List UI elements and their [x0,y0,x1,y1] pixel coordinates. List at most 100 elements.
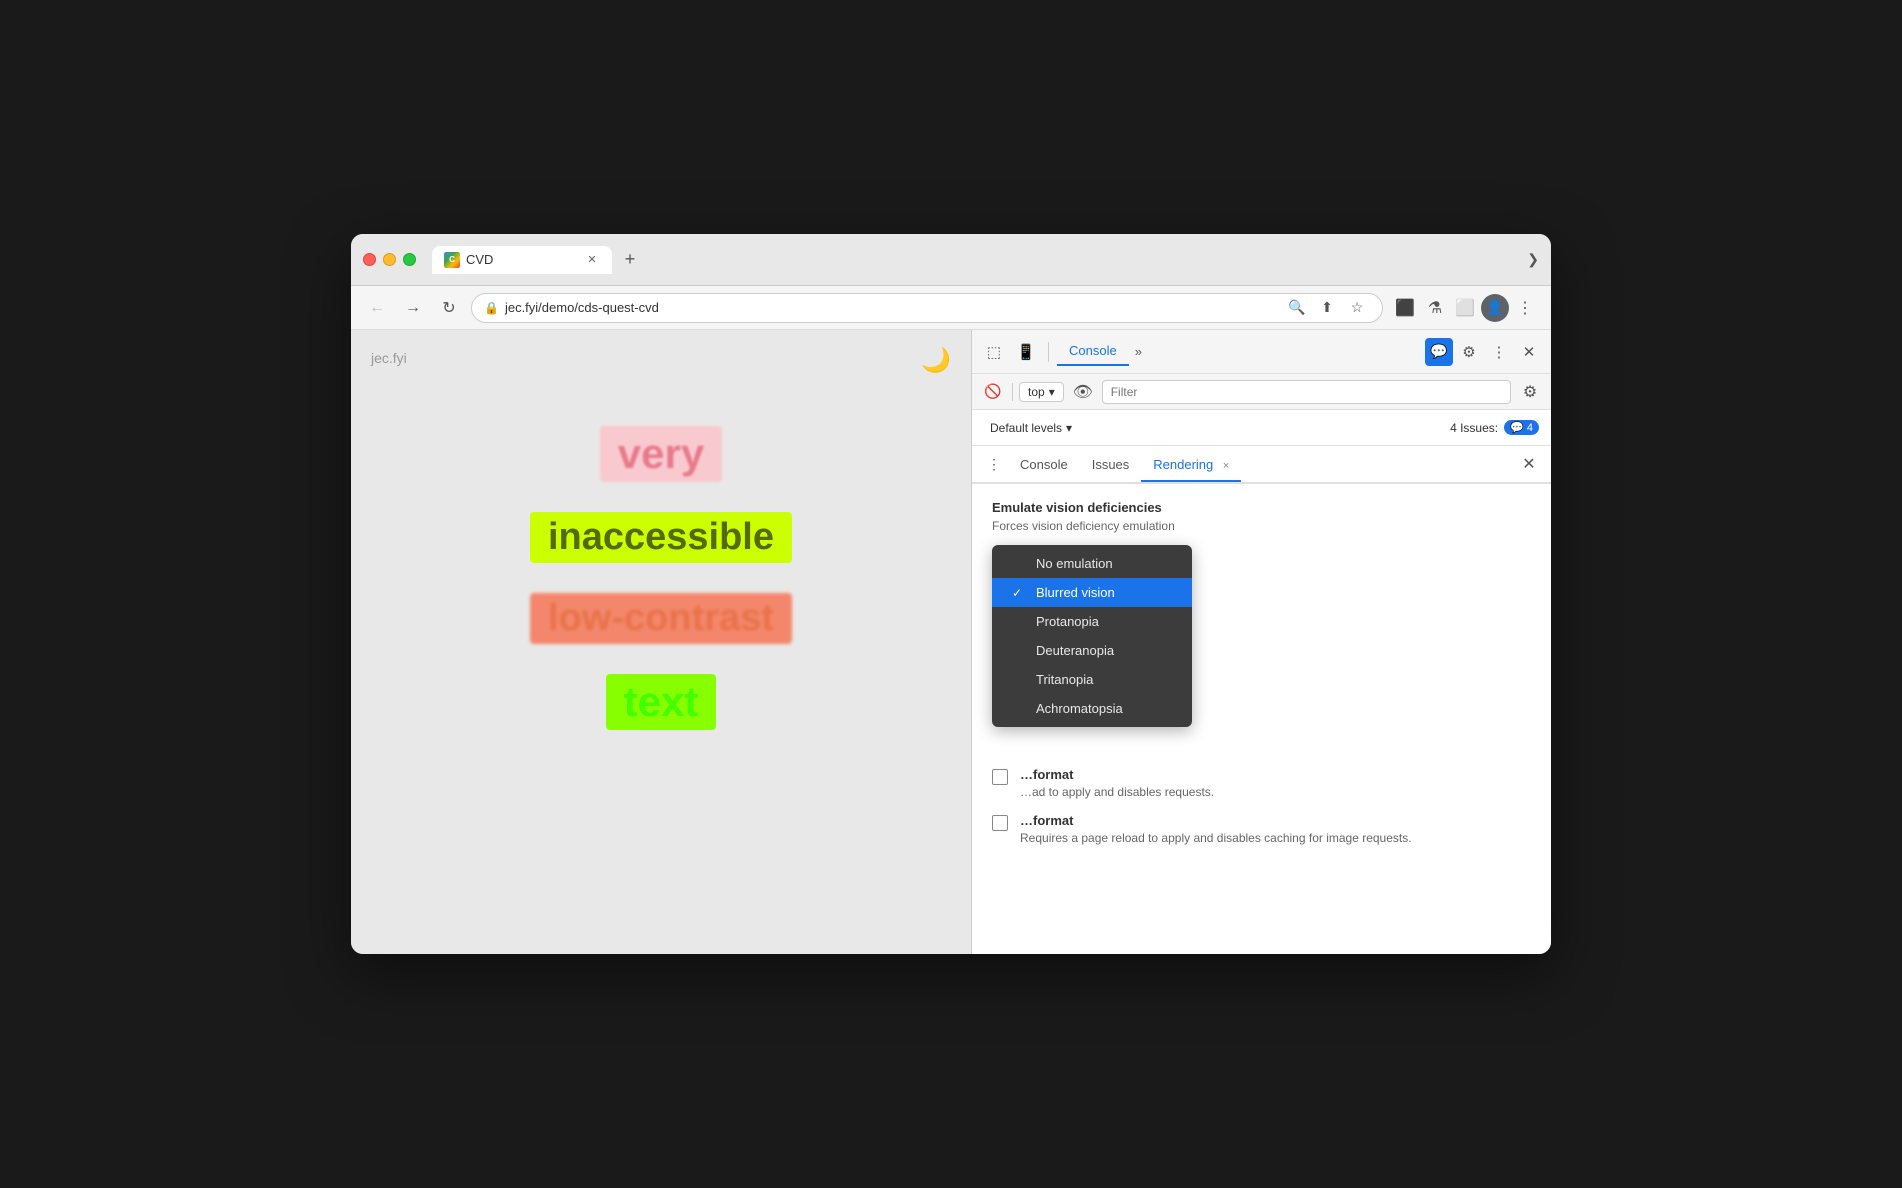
clear-console-icon[interactable]: 🚫 [980,379,1006,405]
issues-msg-icon: 💬 [1510,422,1524,434]
word-text: text [606,674,717,730]
word-very: very [600,426,722,482]
issues-toolbar: Default levels ▾ 4 Issues: 💬 4 [972,410,1551,446]
toolbar-separator [1048,342,1049,362]
more-devtools-icon[interactable]: ⋮ [1485,338,1513,366]
device-toolbar-icon[interactable]: 📱 [1012,338,1040,366]
dropdown-item-blurred[interactable]: ✓ Blurred vision [992,578,1192,607]
title-bar: C CVD ✕ + ❯ [351,234,1551,286]
tab-favicon: C [444,252,460,268]
tab-console-sub[interactable]: Console [1008,449,1080,482]
url-bar[interactable]: 🔒 jec.fyi/demo/cds-quest-cvd 🔍 ⬆ ☆ [471,293,1383,323]
extensions-icon[interactable]: ⬛ [1391,294,1419,322]
more-options-icon[interactable]: ⋮ [1511,294,1539,322]
forward-button[interactable]: → [399,294,427,322]
console-toolbar: 🚫 top ▾ 👁 ⚙ [972,374,1551,410]
dropdown-item-no-emulation[interactable]: No emulation [992,549,1192,578]
page-content: jec.fyi 🌙 very inaccessible low-contrast… [351,330,971,954]
tab-bar: C CVD ✕ + ❯ [432,246,1539,274]
messages-icon[interactable]: 💬 [1425,338,1453,366]
tab-chevron-icon[interactable]: ❯ [1527,251,1539,268]
close-sub-panel-button[interactable]: ✕ [1515,450,1543,478]
traffic-lights [363,253,416,266]
vision-emulation-dropdown[interactable]: No emulation ✓ Blurred vision Protanopia [992,545,1192,727]
dropdown-label-achromatopsia: Achromatopsia [1036,701,1123,716]
tab-rendering[interactable]: Rendering × [1141,449,1241,482]
dropdown-item-tritanopia[interactable]: Tritanopia [992,665,1192,694]
demo-words: very inaccessible low-contrast text [371,426,951,730]
section-title: Emulate vision deficiencies [992,500,1531,515]
sub-tabs: ⋮ Console Issues Rendering × ✕ [972,446,1551,484]
inspect-element-icon[interactable]: ⬚ [980,338,1008,366]
context-selector[interactable]: top ▾ [1019,382,1064,402]
dropdown-item-protanopia[interactable]: Protanopia [992,607,1192,636]
devtools-main-toolbar: ⬚ 📱 Console » 💬 ⚙ ⋮ ✕ [972,330,1551,374]
profile-icon[interactable]: 👤 [1481,294,1509,322]
rendering-tab-close[interactable]: × [1223,460,1229,472]
tab-issues[interactable]: Issues [1080,449,1142,482]
console-separator [1012,383,1013,401]
checkbox-2-title: …format [1020,813,1412,828]
sub-tab-more-icon[interactable]: ⋮ [980,450,1008,478]
console-settings-icon[interactable]: ⚙ [1517,379,1543,405]
dropdown-item-achromatopsia[interactable]: Achromatopsia [992,694,1192,723]
devtools-panel: ⬚ 📱 Console » 💬 ⚙ ⋮ ✕ 🚫 [971,330,1551,954]
tab-close-button[interactable]: ✕ [584,252,600,268]
dropdown-label-no-emulation: No emulation [1036,556,1113,571]
reload-button[interactable]: ↻ [435,294,463,322]
checkbox-section: …format …ad to apply and disables reques… [992,767,1531,847]
maximize-window-button[interactable] [403,253,416,266]
issues-count-badge: 💬 4 [1504,420,1539,435]
checkbox-1[interactable] [992,769,1008,785]
new-tab-button[interactable]: + [616,246,644,274]
minimize-window-button[interactable] [383,253,396,266]
address-bar: ← → ↻ 🔒 jec.fyi/demo/cds-quest-cvd 🔍 ⬆ ☆… [351,286,1551,330]
active-tab[interactable]: C CVD ✕ [432,246,612,274]
split-view-icon[interactable]: ⬜ [1451,294,1479,322]
bookmark-icon[interactable]: ☆ [1344,295,1370,321]
tab-console[interactable]: Console [1057,337,1129,366]
url-actions: 🔍 ⬆ ☆ [1284,295,1370,321]
share-icon[interactable]: ⬆ [1314,295,1340,321]
section-desc: Forces vision deficiency emulation [992,519,1531,533]
checkbox-row-2: …format Requires a page reload to apply … [992,813,1531,847]
dropdown-label-protanopia: Protanopia [1036,614,1099,629]
page-logo: jec.fyi [371,350,951,366]
issues-label: 4 Issues: [1450,421,1498,435]
dark-mode-toggle[interactable]: 🌙 [921,346,951,375]
dropdown-item-deuteranopia[interactable]: Deuteranopia [992,636,1192,665]
issues-count: 4 [1527,422,1533,434]
search-url-icon[interactable]: 🔍 [1284,295,1310,321]
more-tabs-button[interactable]: » [1129,340,1148,363]
dropdown-menu: No emulation ✓ Blurred vision Protanopia [992,545,1192,727]
lock-icon: 🔒 [484,301,499,315]
url-text: jec.fyi/demo/cds-quest-cvd [505,300,1278,315]
settings-icon[interactable]: ⚙ [1455,338,1483,366]
default-levels-button[interactable]: Default levels ▾ [984,417,1078,439]
context-label: top [1028,385,1045,399]
default-levels-chevron-icon: ▾ [1066,421,1072,435]
close-devtools-button[interactable]: ✕ [1515,338,1543,366]
word-inaccessible: inaccessible [530,512,792,563]
devtools-tabs: Console » [1057,337,1421,366]
rendering-content: Emulate vision deficiencies Forces visio… [972,484,1551,954]
labs-icon[interactable]: ⚗ [1421,294,1449,322]
dropdown-label-blurred: Blurred vision [1036,585,1115,600]
browser-window: C CVD ✕ + ❯ ← → ↻ 🔒 jec.fyi/demo/cds-que… [351,234,1551,954]
dropdown-label-tritanopia: Tritanopia [1036,672,1093,687]
blurred-checkmark: ✓ [1012,586,1028,600]
close-window-button[interactable] [363,253,376,266]
main-area: jec.fyi 🌙 very inaccessible low-contrast… [351,330,1551,954]
checkbox-2[interactable] [992,815,1008,831]
filter-input[interactable] [1102,380,1511,404]
context-chevron-icon: ▾ [1049,385,1055,399]
checkbox-1-desc: …ad to apply and disables requests. [1020,784,1214,801]
eye-filter-icon[interactable]: 👁 [1070,379,1096,405]
dropdown-label-deuteranopia: Deuteranopia [1036,643,1114,658]
devtools-actions: 💬 ⚙ ⋮ ✕ [1425,338,1543,366]
issues-badge: 4 Issues: 💬 4 [1450,420,1539,435]
back-button[interactable]: ← [363,294,391,322]
word-low-contrast: low-contrast [530,593,792,644]
toolbar-icons: ⬛ ⚗ ⬜ 👤 ⋮ [1391,294,1539,322]
checkbox-1-title: …format [1020,767,1214,782]
